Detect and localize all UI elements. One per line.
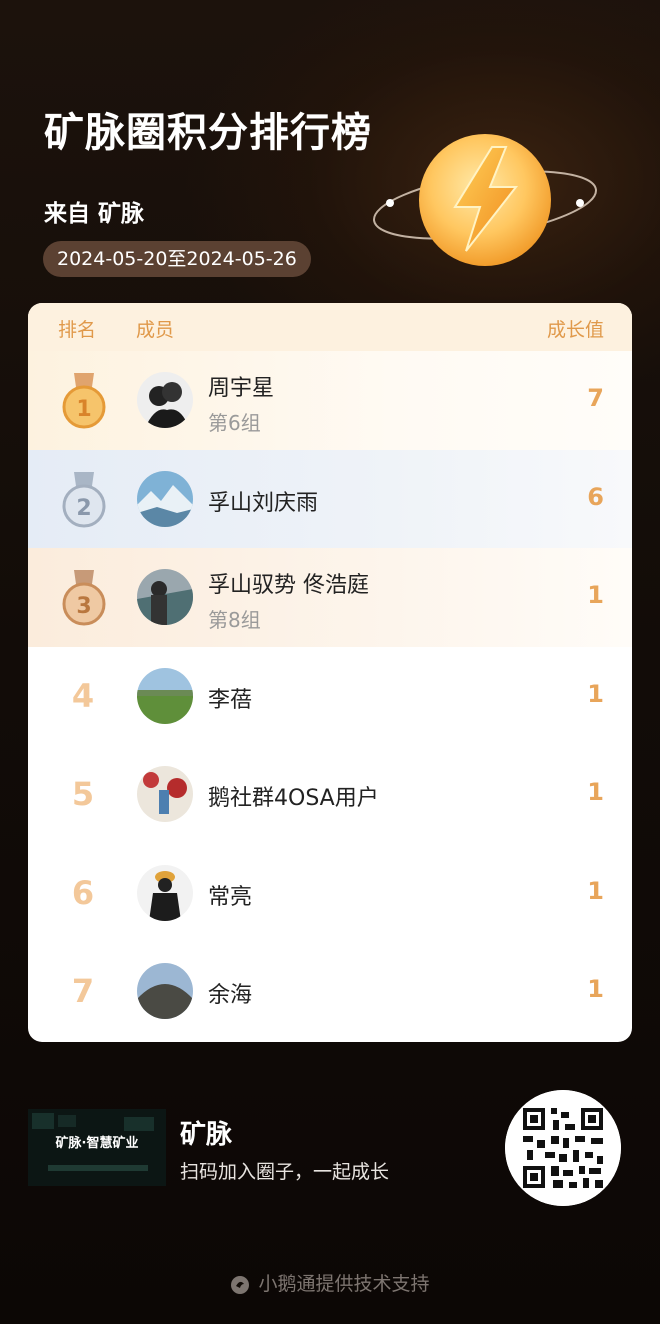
table-row[interactable]: 2 孚山刘庆雨 6 — [28, 449, 632, 548]
avatar — [137, 766, 193, 822]
growth-score: 1 — [587, 778, 604, 806]
member-group: 第8组 — [208, 608, 261, 632]
table-row[interactable]: 5 鹅社群4OSA用户 1 — [28, 745, 632, 844]
table-row[interactable]: 3 孚山驭势 佟浩庭 第8组 1 — [28, 548, 632, 647]
avatar — [137, 470, 193, 527]
member-name: 余海 — [208, 983, 253, 1008]
rank-number: 6 — [71, 873, 95, 912]
member-group: 第6组 — [208, 411, 261, 435]
member-name: 孚山驭势 佟浩庭 — [208, 573, 369, 598]
rank-number: 4 — [71, 676, 95, 715]
growth-score: 1 — [587, 581, 604, 609]
column-score: 成长值 — [546, 319, 604, 341]
circle-name: 矿脉 — [180, 1120, 233, 1150]
source-label: 来自 矿脉 — [44, 201, 145, 227]
banner-text: 矿脉·智慧矿业 — [56, 1135, 139, 1151]
leaderboard-card: 排名 成员 成长值 1 周宇星 第6组 7 2 孚山刘庆雨 6 3 孚山驭势 佟… — [28, 303, 632, 1042]
column-member: 成员 — [136, 319, 175, 341]
silver-medal-icon: 2 — [62, 471, 106, 527]
growth-score: 6 — [587, 482, 604, 511]
credit-text: 小鹅通提供技术支持 — [258, 1273, 430, 1295]
table-row[interactable]: 6 常亮 1 — [28, 844, 632, 943]
avatar — [137, 864, 193, 921]
table-row[interactable]: 7 余海 1 — [28, 942, 632, 1041]
avatar — [137, 963, 193, 1019]
member-name: 鹅社群4OSA用户 — [208, 786, 379, 811]
member-name: 孚山刘庆雨 — [208, 490, 319, 516]
growth-score: 1 — [587, 679, 604, 708]
table-row[interactable]: 4 李蓓 1 — [28, 647, 632, 746]
member-name: 周宇星 — [208, 376, 275, 401]
table-row[interactable]: 1 周宇星 第6组 7 — [28, 351, 632, 450]
circle-banner-image: 矿脉·智慧矿业 — [28, 1109, 166, 1186]
growth-score: 7 — [587, 384, 604, 412]
date-range-badge: 2024-05-20至2024-05-26 — [43, 241, 311, 277]
rank-number: 7 — [71, 972, 95, 1010]
growth-score: 1 — [587, 975, 604, 1003]
rank-number: 2 — [76, 496, 91, 521]
rank-number: 3 — [76, 594, 91, 619]
bronze-medal-icon: 3 — [62, 570, 106, 626]
avatar — [137, 569, 193, 625]
member-name: 常亮 — [208, 884, 253, 910]
circle-invite-text: 扫码加入圈子，一起成长 — [180, 1161, 390, 1183]
tech-support-credit: 小鹅通提供技术支持 — [0, 1269, 660, 1296]
gold-medal-icon: 1 — [62, 373, 106, 429]
growth-score: 1 — [587, 876, 604, 905]
table-header: 排名 成员 成长值 — [28, 303, 632, 351]
rank-number: 1 — [76, 397, 91, 422]
rank-number: 5 — [71, 775, 95, 813]
lightning-orb-icon — [373, 134, 597, 266]
avatar — [137, 667, 193, 724]
xiaoe-logo-icon — [231, 1275, 250, 1294]
column-rank: 排名 — [58, 319, 97, 341]
page-title: 矿脉圈积分排行榜 — [44, 110, 372, 156]
qr-code-icon[interactable] — [505, 1090, 621, 1206]
avatar — [137, 372, 193, 428]
member-name: 李蓓 — [208, 687, 253, 713]
